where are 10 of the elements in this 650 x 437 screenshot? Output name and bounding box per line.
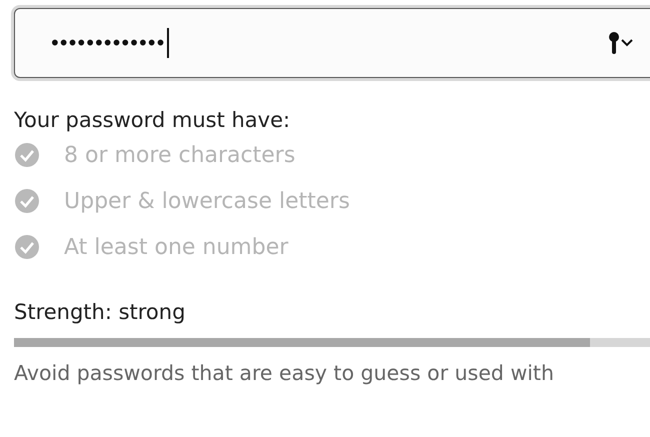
key-icon[interactable]: [607, 31, 635, 55]
text-cursor: [167, 28, 170, 58]
requirement-label: 8 or more characters: [64, 142, 296, 168]
password-field[interactable]: •••••••••••••: [14, 8, 650, 78]
requirements-heading: Your password must have:: [14, 108, 292, 132]
strength-label: Strength: strong: [14, 300, 186, 324]
requirement-label: At least one number: [64, 234, 288, 260]
password-value: •••••••••••••: [49, 31, 164, 55]
requirement-label: Upper & lowercase letters: [64, 188, 350, 214]
password-hint: Avoid passwords that are easy to guess or used with: [14, 361, 555, 385]
